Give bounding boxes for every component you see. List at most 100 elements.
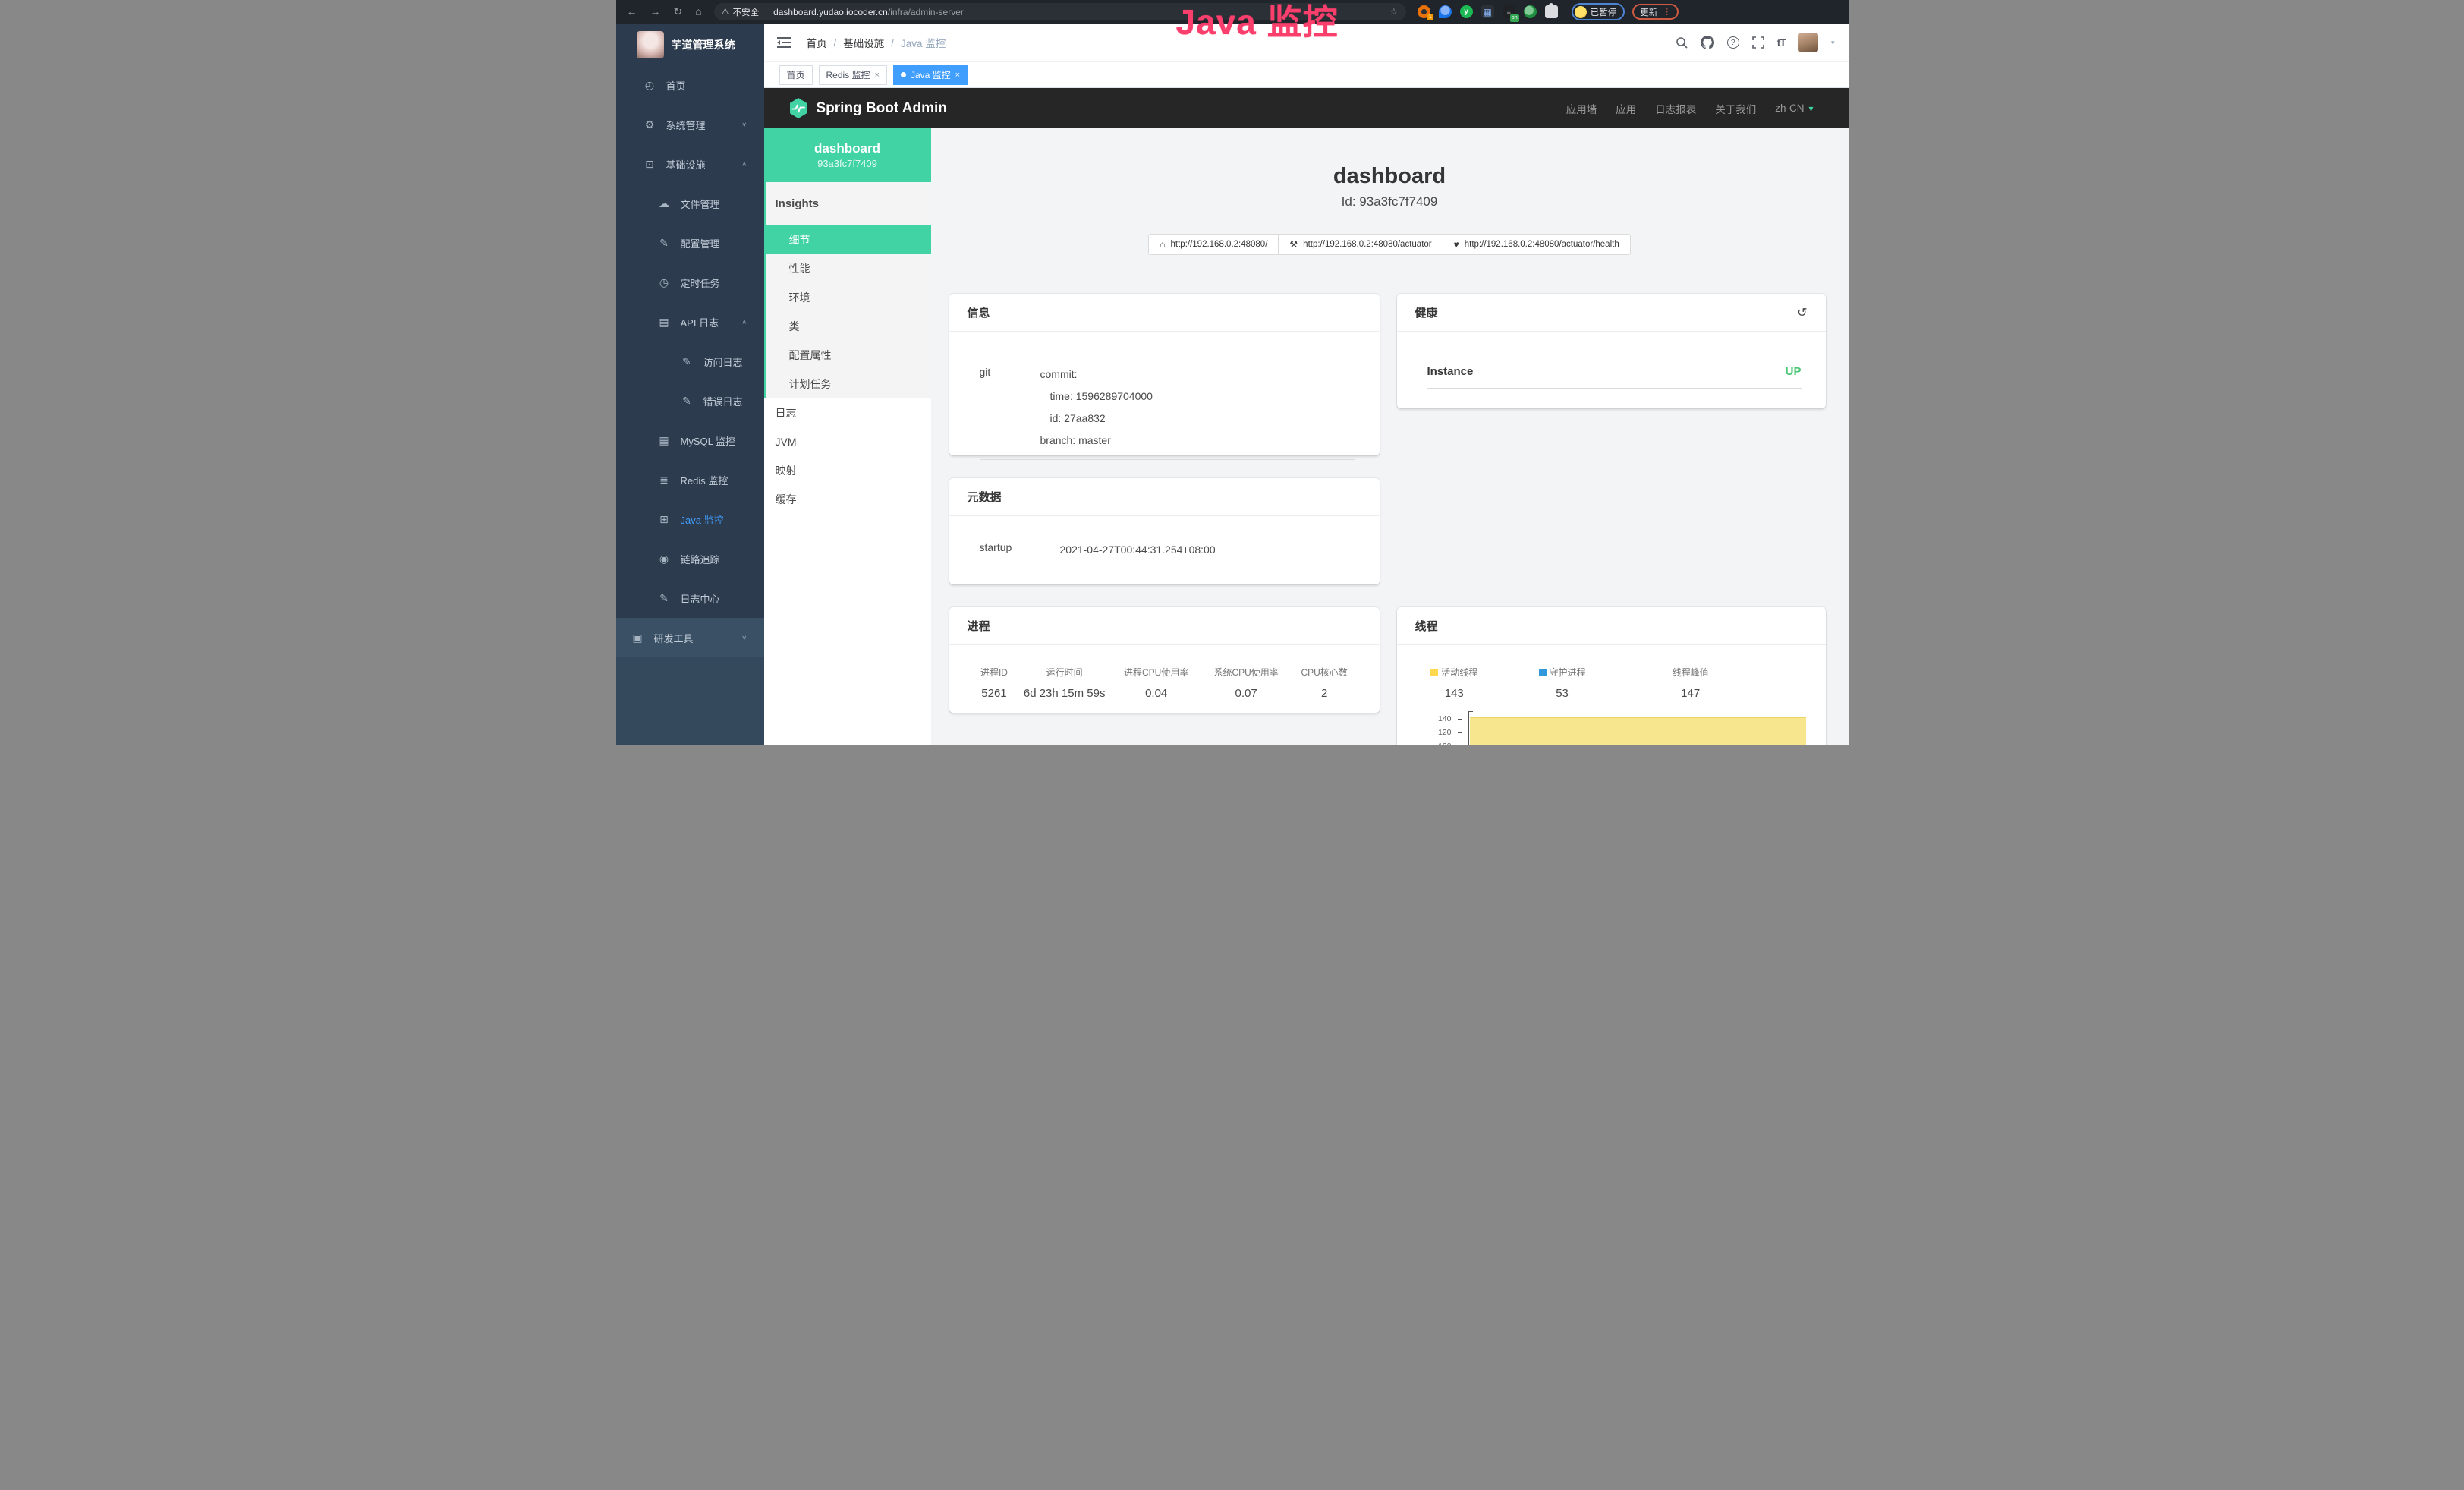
sba-item-metrics[interactable]: 性能 [766, 254, 931, 283]
url-host[interactable]: dashboard.yudao.iocoder.cn [773, 7, 888, 17]
sba-item-jvm[interactable]: JVM [764, 427, 931, 456]
security-label[interactable]: 不安全 [733, 6, 760, 18]
sidebar-item-dev-tools[interactable]: ▣ 研发工具 ∨ [616, 618, 764, 657]
col-header-process-cpu: 进程CPU使用率 [1109, 666, 1204, 679]
sidebar-item-tracing[interactable]: ◉ 链路追踪 [616, 539, 764, 578]
col-header-system-cpu: 系统CPU使用率 [1203, 666, 1289, 679]
active-dot [901, 72, 906, 77]
tab-home[interactable]: 首页 [779, 65, 813, 85]
card-info-title: 信息 [949, 294, 1380, 332]
card-health-body: Instance UP [1397, 332, 1826, 389]
close-icon[interactable]: × [955, 71, 960, 80]
sidebar-item-label: 访问日志 [703, 354, 743, 369]
sba-item-classes[interactable]: 类 [766, 312, 931, 341]
system-cpu-value: 0.07 [1203, 687, 1289, 700]
sidebar-item-system[interactable]: ⚙ 系统管理 ∨ [616, 105, 764, 144]
sidebar-item-redis-monitor[interactable]: ≣ Redis 监控 [616, 460, 764, 499]
hamburger-icon[interactable] [777, 36, 791, 49]
search-icon[interactable] [1676, 36, 1688, 49]
user-avatar[interactable] [1798, 33, 1818, 52]
browser-home-icon[interactable]: ⌂ [695, 5, 701, 18]
admin-sidebar: 芋道管理系统 ◴ 首页 ⚙ 系统管理 ∨ ⊡ 基础设施 ∧ ☁ 文件管理 ✎ 配… [616, 24, 764, 745]
sba-nav-wallboard[interactable]: 应用墙 [1566, 101, 1597, 116]
kebab-menu-icon[interactable]: ⋮ [1663, 7, 1671, 17]
eye-icon: ◉ [658, 553, 671, 565]
health-url-button[interactable]: ♥ http://192.168.0.2:48080/actuator/heal… [1443, 234, 1631, 255]
sidebar-item-config-mgmt[interactable]: ✎ 配置管理 [616, 223, 764, 263]
edit-icon: ✎ [681, 355, 694, 368]
sba-item-details[interactable]: 细节 [766, 225, 931, 254]
app-logo-row[interactable]: 芋道管理系统 [616, 24, 764, 65]
legend-swatch-blue [1539, 669, 1547, 676]
breadcrumb-home[interactable]: 首页 [807, 35, 827, 50]
sba-brand-title[interactable]: Spring Boot Admin [817, 100, 947, 117]
wrench-icon: ⚒ [1289, 239, 1298, 250]
legend-peak-threads: 线程峰值 [1623, 666, 1758, 679]
sba-sidebar: dashboard 93a3fc7f7409 Insights 细节 性能 环境… [764, 128, 931, 745]
breadcrumb-infra[interactable]: 基础设施 [843, 35, 884, 50]
heart-icon: ♥ [1454, 239, 1459, 250]
instance-links: ⌂ http://192.168.0.2:48080/ ⚒ http://192… [931, 234, 1849, 255]
extension-icon[interactable]: 1 [1418, 5, 1430, 18]
sba-item-caches[interactable]: 缓存 [764, 485, 931, 514]
sba-nav-journal[interactable]: 日志报表 [1655, 101, 1696, 116]
back-icon[interactable]: ← [627, 5, 637, 18]
sidebar-item-label: 首页 [666, 78, 686, 93]
health-row: Instance UP [1427, 365, 1802, 389]
service-url-button[interactable]: ⌂ http://192.168.0.2:48080/ [1148, 234, 1279, 255]
card-threads-body: 活动线程 守护进程 线程峰值 143 53 147 140 [1397, 645, 1826, 745]
sba-item-mappings[interactable]: 映射 [764, 456, 931, 485]
chart-plot-area [1468, 711, 1806, 745]
java-monitor-icon: ⊞ [658, 513, 671, 526]
extension-grid-icon[interactable]: ▦ [1481, 5, 1494, 18]
insights-group-label[interactable]: Insights [766, 182, 931, 225]
extension-y-icon[interactable]: y [1460, 5, 1473, 18]
sidebar-item-api-logs[interactable]: ▤ API 日志 ∧ [616, 302, 764, 342]
reload-icon[interactable]: ↻ [674, 5, 683, 18]
sba-nav-about[interactable]: 关于我们 [1715, 101, 1756, 116]
git-commit-line: commit: [1040, 364, 1355, 386]
history-icon[interactable]: ↺ [1797, 305, 1807, 320]
sidebar-item-log-center[interactable]: ✎ 日志中心 [616, 578, 764, 618]
sidebar-item-mysql-monitor[interactable]: ▦ MySQL 监控 [616, 421, 764, 460]
sidebar-item-error-logs[interactable]: ✎ 错误日志 [616, 381, 764, 421]
caret-down-icon[interactable]: ▾ [1831, 39, 1835, 47]
sidebar-item-label: Java 监控 [681, 512, 724, 527]
help-icon[interactable]: ? [1727, 36, 1739, 49]
locale-selector[interactable]: zh-CN ▾ [1775, 102, 1813, 114]
sba-nav-applications[interactable]: 应用 [1616, 101, 1636, 116]
chevron-down-icon: ∨ [741, 635, 747, 641]
sba-item-environment[interactable]: 环境 [766, 283, 931, 312]
sidebar-item-file-mgmt[interactable]: ☁ 文件管理 [616, 184, 764, 223]
insights-group: Insights 细节 性能 环境 类 配置属性 计划任务 [764, 182, 931, 398]
sidebar-item-scheduled-jobs[interactable]: ◷ 定时任务 [616, 263, 764, 302]
sidebar-item-infra[interactable]: ⊡ 基础设施 ∧ [616, 144, 764, 184]
tab-redis-monitor[interactable]: Redis 监控 × [819, 65, 887, 85]
extension-leaf-icon[interactable] [1524, 5, 1537, 18]
bookmark-star-icon[interactable]: ☆ [1389, 6, 1399, 18]
sba-item-scheduled-tasks[interactable]: 计划任务 [766, 370, 931, 398]
actuator-url-button[interactable]: ⚒ http://192.168.0.2:48080/actuator [1278, 234, 1443, 255]
profile-emoji-icon [1575, 6, 1587, 18]
sba-item-logs[interactable]: 日志 [764, 398, 931, 427]
github-icon[interactable] [1701, 36, 1714, 49]
sidebar-item-access-logs[interactable]: ✎ 访问日志 [616, 342, 764, 381]
extension-pin-icon[interactable] [1439, 5, 1452, 18]
tab-java-monitor[interactable]: Java 监控 × [893, 65, 968, 85]
y-tick-140: 140 [1408, 715, 1452, 723]
y-tick-100: 100 [1408, 742, 1452, 745]
browser-profile-chip[interactable]: 已暂停 [1572, 3, 1625, 20]
sba-item-config-props[interactable]: 配置属性 [766, 341, 931, 370]
browser-update-button[interactable]: 更新 ⋮ [1632, 4, 1679, 20]
puzzle-icon[interactable] [1545, 5, 1558, 18]
extension-switch-icon[interactable]: ≡on [1503, 5, 1515, 18]
fullscreen-icon[interactable] [1752, 36, 1764, 49]
sidebar-item-home[interactable]: ◴ 首页 [616, 65, 764, 105]
close-icon[interactable]: × [875, 71, 880, 80]
sidebar-item-java-monitor[interactable]: ⊞ Java 监控 [616, 499, 764, 539]
live-threads-value: 143 [1408, 687, 1502, 700]
forward-icon[interactable]: → [650, 5, 661, 18]
url-path[interactable]: /infra/admin-server [888, 7, 964, 17]
font-size-icon[interactable]: tT [1777, 36, 1786, 49]
instance-header[interactable]: dashboard 93a3fc7f7409 [764, 128, 931, 182]
